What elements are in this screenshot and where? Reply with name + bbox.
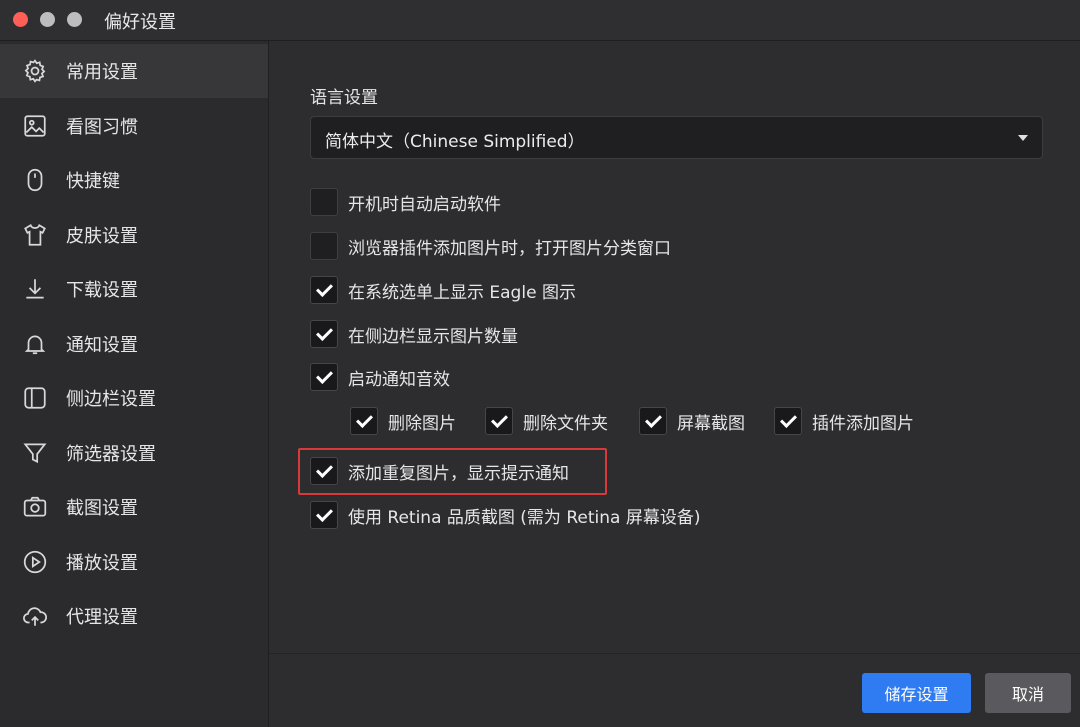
sidebar-item-label: 播放设置 (66, 553, 138, 574)
checkbox-label: 插件添加图片 (812, 413, 914, 434)
sidebar-item-label: 皮肤设置 (66, 226, 138, 247)
window-title: 偏好设置 (104, 12, 176, 33)
save-button[interactable]: 储存设置 (862, 673, 971, 713)
mouse-icon (22, 167, 48, 193)
cloud-upload-icon (22, 603, 48, 629)
delete-image-sound-checkbox[interactable] (350, 407, 378, 435)
plugin-add-sound-checkbox[interactable] (774, 407, 802, 435)
delete-folder-sound-checkbox[interactable] (485, 407, 513, 435)
checkbox-label: 屏幕截图 (677, 413, 745, 434)
option-menubar-icon: 在系统选单上显示 Eagle 图示 (310, 276, 576, 304)
checkmark-icon (780, 411, 797, 428)
menubar-icon-checkbox[interactable] (310, 276, 338, 304)
notification-sound-checkbox[interactable] (310, 363, 338, 391)
checkmark-icon (316, 367, 333, 384)
sidebar-item-label: 筛选器设置 (66, 444, 156, 465)
sidebar-item-screenshot[interactable]: 截图设置 (0, 480, 268, 534)
checkbox-label: 在侧边栏显示图片数量 (348, 326, 518, 347)
checkmark-icon (491, 411, 508, 428)
checkmark-icon (645, 411, 662, 428)
checkmark-icon (316, 461, 333, 478)
sound-option-delete-folder: 删除文件夹 (485, 407, 608, 435)
checkmark-icon (356, 411, 373, 428)
browser-plugin-checkbox[interactable] (310, 232, 338, 260)
language-select[interactable]: 简体中文（Chinese Simplified） (310, 116, 1043, 159)
sound-option-plugin-add: 插件添加图片 (774, 407, 914, 435)
screenshot-sound-checkbox[interactable] (639, 407, 667, 435)
option-notification-sound: 启动通知音效 (310, 363, 450, 391)
sidebar-item-viewing[interactable]: 看图习惯 (0, 99, 268, 153)
checkmark-icon (316, 324, 333, 341)
sidebar-item-general[interactable]: 常用设置 (0, 44, 268, 98)
autostart-checkbox[interactable] (310, 188, 338, 216)
checkmark-icon (316, 505, 333, 522)
sidebar-item-label: 快捷键 (66, 171, 120, 192)
language-section-title: 语言设置 (310, 88, 378, 108)
filter-icon (22, 440, 48, 466)
duplicate-notify-checkbox[interactable] (310, 457, 338, 485)
checkbox-label: 删除图片 (388, 413, 456, 434)
title-bar: 偏好设置 (0, 0, 1080, 41)
sidebar-item-playback[interactable]: 播放设置 (0, 535, 268, 589)
option-sidebar-count: 在侧边栏显示图片数量 (310, 320, 518, 348)
shirt-icon (22, 222, 48, 248)
checkbox-label: 在系统选单上显示 Eagle 图示 (348, 282, 576, 303)
checkbox-label: 浏览器插件添加图片时，打开图片分类窗口 (348, 238, 671, 259)
sidebar-item-label: 常用设置 (66, 62, 138, 83)
minimize-window-button[interactable] (40, 12, 55, 27)
option-duplicate-notify: 添加重复图片，显示提示通知 (310, 457, 569, 485)
checkbox-label: 使用 Retina 品质截图 (需为 Retina 屏幕设备) (348, 507, 701, 528)
camera-icon (22, 494, 48, 520)
sidebar-item-label: 下载设置 (66, 280, 138, 301)
sidebar-item-label: 看图习惯 (66, 117, 138, 138)
sidebar-item-notification[interactable]: 通知设置 (0, 317, 268, 371)
sidebar-item-label: 代理设置 (66, 607, 138, 628)
sidebar-item-label: 通知设置 (66, 335, 138, 356)
checkmark-icon (316, 280, 333, 297)
settings-panel: 语言设置 简体中文（Chinese Simplified） 开机时自动启动软件 … (269, 41, 1080, 727)
sound-option-screenshot: 屏幕截图 (639, 407, 745, 435)
sidebar-count-checkbox[interactable] (310, 320, 338, 348)
sidebar-item-label: 截图设置 (66, 498, 138, 519)
option-browser-plugin: 浏览器插件添加图片时，打开图片分类窗口 (310, 232, 671, 260)
gear-icon (22, 58, 48, 84)
checkbox-label: 删除文件夹 (523, 413, 608, 434)
cancel-button[interactable]: 取消 (985, 673, 1071, 713)
sidebar-item-filter[interactable]: 筛选器设置 (0, 426, 268, 480)
option-autostart: 开机时自动启动软件 (310, 188, 501, 216)
retina-screenshot-checkbox[interactable] (310, 501, 338, 529)
sidebar-item-sidebar[interactable]: 侧边栏设置 (0, 371, 268, 425)
sidebar-icon (22, 385, 48, 411)
checkbox-label: 开机时自动启动软件 (348, 194, 501, 215)
checkbox-label: 启动通知音效 (348, 369, 450, 390)
image-icon (22, 113, 48, 139)
checkbox-label: 添加重复图片，显示提示通知 (348, 463, 569, 484)
maximize-window-button[interactable] (67, 12, 82, 27)
close-window-button[interactable] (13, 12, 28, 27)
sidebar-item-proxy[interactable]: 代理设置 (0, 589, 268, 643)
chevron-down-icon (1018, 135, 1028, 141)
sidebar: 常用设置 看图习惯 快捷键 皮肤设置 下载设置 通知设置 侧边栏设置 筛选器设置… (0, 41, 269, 727)
sidebar-item-download[interactable]: 下载设置 (0, 262, 268, 316)
sidebar-item-label: 侧边栏设置 (66, 389, 156, 410)
play-icon (22, 549, 48, 575)
bell-icon (22, 331, 48, 357)
option-retina-screenshot: 使用 Retina 品质截图 (需为 Retina 屏幕设备) (310, 501, 700, 529)
sidebar-item-shortcuts[interactable]: 快捷键 (0, 153, 268, 207)
download-icon (22, 276, 48, 302)
language-select-value: 简体中文（Chinese Simplified） (325, 132, 585, 152)
footer-divider (269, 653, 1080, 654)
sidebar-item-skin[interactable]: 皮肤设置 (0, 208, 268, 262)
sound-option-delete-image: 删除图片 (350, 407, 456, 435)
